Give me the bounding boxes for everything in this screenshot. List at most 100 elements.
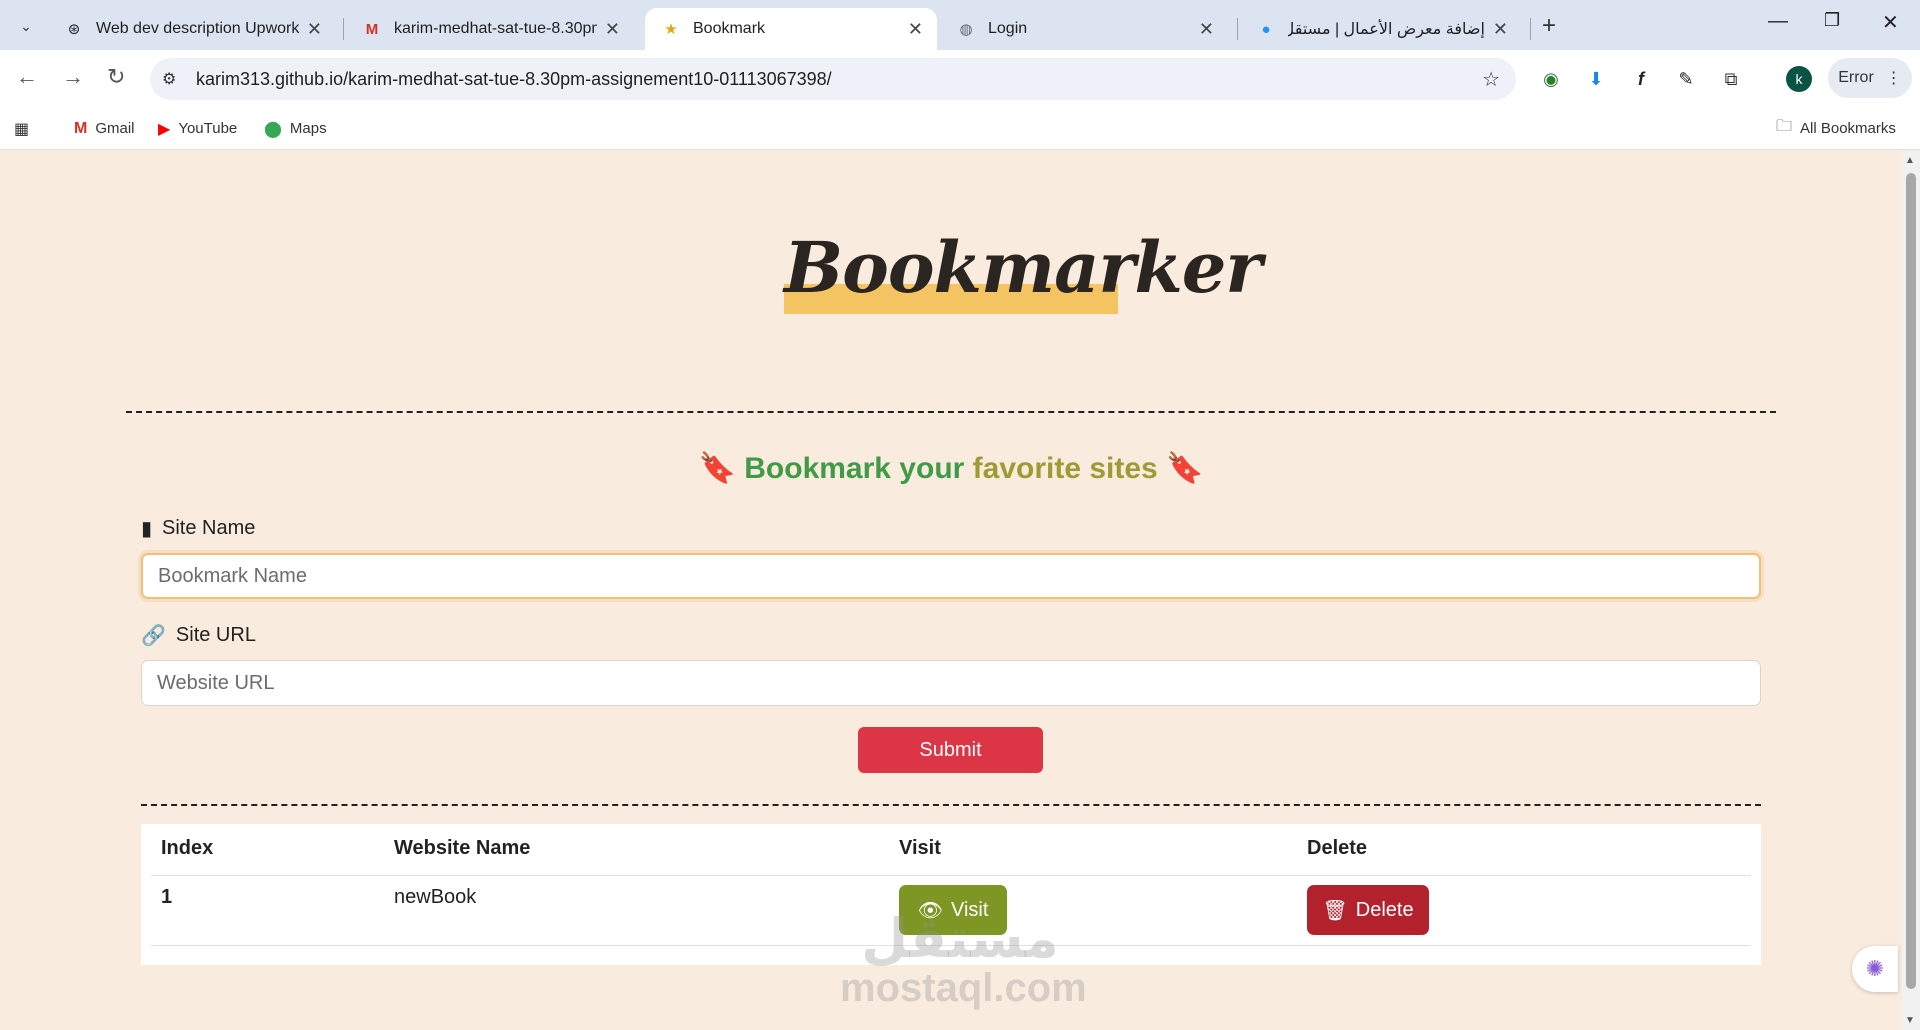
visit-button[interactable]: 👁 Visit [899, 885, 1007, 935]
error-label: Error [1838, 69, 1874, 86]
youtube-icon: ▶ [158, 120, 171, 138]
brand-logo: Bookmarker [784, 226, 1262, 314]
close-tab-icon[interactable]: ✕ [605, 19, 620, 40]
tab-search-button[interactable]: ⌄ [12, 12, 40, 40]
forward-arrow-icon[interactable]: → [62, 64, 84, 90]
submit-button[interactable]: Submit [858, 727, 1043, 773]
restore-icon[interactable]: ❐ [1824, 10, 1840, 31]
column-header-index: Index [161, 837, 214, 859]
tab-mostaql[interactable]: ● إضافة معرض الأعمال | مستقل ✕ [1240, 8, 1522, 50]
tab-title: Login [988, 20, 1028, 37]
assistant-brain-icon[interactable]: ✺ [1852, 946, 1898, 992]
address-bar[interactable]: ⚙ karim313.github.io/karim-medhat-sat-tu… [150, 58, 1516, 100]
divider-dashed-top [126, 411, 1776, 413]
tab-title: Web dev description Upwork [96, 20, 299, 37]
divider-dashed-bottom [141, 804, 1761, 806]
bookmark-icon: 🔖 [1166, 452, 1204, 485]
gmail-icon: M [365, 20, 379, 38]
close-tab-icon[interactable]: ✕ [1493, 19, 1508, 40]
tab-separator [343, 18, 344, 40]
table-row-divider [151, 945, 1751, 946]
visit-label: Visit [950, 898, 989, 921]
scrollbar-thumb[interactable] [1906, 173, 1916, 989]
error-button[interactable]: Error ⋮ [1828, 58, 1912, 98]
close-tab-icon[interactable]: ✕ [908, 19, 923, 40]
tab-title: Bookmark [693, 20, 766, 37]
extensions-puzzle-icon[interactable]: ⧉ [1718, 66, 1744, 92]
minimize-icon[interactable]: — [1768, 10, 1788, 33]
site-url-label: 🔗 Site URL [141, 623, 256, 648]
tab-separator [1530, 18, 1531, 40]
column-header-website-name: Website Name [394, 837, 531, 859]
book-icon: ▮ [141, 518, 153, 540]
row-website-name: newBook [394, 886, 477, 908]
tab-bookmark[interactable]: ★ Bookmark ✕ [645, 8, 937, 50]
site-name-label: ▮ Site Name [141, 516, 255, 541]
back-arrow-icon[interactable]: ← [16, 64, 38, 90]
gmail-icon: M [74, 119, 88, 137]
eye-icon: 👁 [917, 899, 943, 922]
window-close-icon[interactable]: ✕ [1882, 10, 1899, 35]
bookmark-star-icon[interactable]: ☆ [1482, 67, 1500, 92]
close-tab-icon[interactable]: ✕ [307, 19, 322, 40]
page-content: Bookmarker 🔖 Bookmark your favorite site… [0, 151, 1902, 1030]
font-extension-icon[interactable]: f [1628, 66, 1654, 92]
site-url-label-text: Site URL [175, 624, 256, 646]
tab-web-dev-description[interactable]: ⊛ Web dev description Upwork ✕ [48, 8, 336, 50]
heading-part-2: favorite sites [972, 452, 1158, 485]
download-icon[interactable]: ⬇ [1583, 66, 1609, 92]
bookmark-favicon: ★ [664, 21, 678, 38]
heading-part-1: Bookmark your [744, 452, 973, 485]
menu-dots-icon: ⋮ [1885, 70, 1902, 87]
trash-icon: 🗑 [1322, 899, 1348, 922]
tab-title: إضافة معرض الأعمال | مستقل [1288, 21, 1485, 38]
brand-title: Bookmarker [784, 226, 1262, 309]
folder-icon: 🗀 [1776, 118, 1793, 135]
globe-icon: ◍ [959, 21, 973, 38]
bookmark-maps[interactable]: ⬤ Maps [264, 119, 327, 139]
watermark-domain: mostaql.com [840, 966, 1087, 1010]
profile-avatar[interactable]: k [1786, 66, 1812, 92]
table-header-divider [151, 875, 1751, 876]
bookmark-label: Gmail [95, 120, 135, 137]
close-tab-icon[interactable]: ✕ [1199, 19, 1214, 40]
tab-strip: ⌄ ⊛ Web dev description Upwork ✕ M karim… [0, 0, 1920, 50]
apps-grid-icon[interactable]: ▦ [14, 119, 29, 139]
bookmark-icon: 🔖 [698, 452, 736, 485]
bookmark-label: YouTube [178, 120, 238, 137]
column-header-visit: Visit [899, 837, 941, 859]
delete-button[interactable]: 🗑 Delete [1307, 885, 1429, 935]
site-name-label-text: Site Name [162, 517, 256, 539]
scroll-up-arrow-icon[interactable]: ▲ [1905, 155, 1915, 166]
bookmarks-table: Index Website Name Visit Delete 1 newBoo… [141, 824, 1761, 965]
bookmark-gmail[interactable]: M Gmail [74, 120, 135, 138]
site-name-input[interactable] [141, 553, 1761, 599]
reload-icon[interactable]: ↻ [107, 64, 125, 90]
all-bookmarks-label: All Bookmarks [1800, 120, 1896, 137]
url-text[interactable]: karim313.github.io/karim-medhat-sat-tue-… [196, 69, 1482, 90]
extension-globe-icon[interactable]: ◉ [1538, 66, 1564, 92]
bookmark-label: Maps [289, 120, 327, 137]
tab-title: karim-medhat-sat-tue-8.30pm- [394, 20, 597, 37]
section-heading: 🔖 Bookmark your favorite sites 🔖 [0, 451, 1902, 486]
all-bookmarks-button[interactable]: 🗀 All Bookmarks [1776, 115, 1896, 142]
bookmark-youtube[interactable]: ▶ YouTube [158, 119, 237, 139]
row-index: 1 [161, 886, 173, 908]
site-info-icon[interactable]: ⚙ [162, 69, 186, 89]
new-tab-button[interactable]: + [1542, 12, 1556, 40]
scroll-down-arrow-icon[interactable]: ▼ [1905, 1015, 1915, 1026]
bookmarks-bar: ▦ M Gmail ▶ YouTube ⬤ Maps 🗀 All Bookmar… [0, 108, 1920, 150]
column-header-delete: Delete [1307, 837, 1368, 859]
link-icon: 🔗 [141, 625, 166, 647]
maps-pin-icon: ⬤ [264, 120, 282, 138]
page-scrollbar[interactable]: ▲ ▼ [1902, 151, 1920, 1030]
site-url-input[interactable] [141, 660, 1761, 706]
tab-separator [1237, 18, 1238, 40]
tab-login[interactable]: ◍ Login ✕ [940, 8, 1228, 50]
tab-gmail[interactable]: M karim-medhat-sat-tue-8.30pm- ✕ [346, 8, 634, 50]
delete-label: Delete [1355, 898, 1414, 921]
mostaql-icon: ● [1261, 20, 1271, 38]
color-picker-icon[interactable]: ✎ [1673, 66, 1699, 92]
openai-icon: ⊛ [67, 21, 81, 38]
browser-toolbar: ← → ↻ ⚙ karim313.github.io/karim-medhat-… [0, 50, 1920, 108]
